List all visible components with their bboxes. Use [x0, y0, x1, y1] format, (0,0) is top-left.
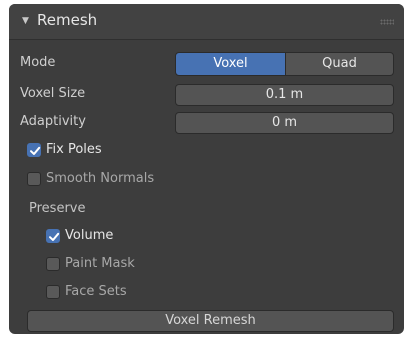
fix-poles-checkbox[interactable] — [27, 143, 41, 157]
face-sets-checkbox[interactable] — [46, 285, 60, 299]
remesh-panel: ▼ Remesh Mode Voxel Quad Voxel Size 0.1 … — [9, 4, 404, 334]
smooth-normals-label[interactable]: Smooth Normals — [46, 171, 154, 186]
voxel-remesh-button[interactable]: Voxel Remesh — [27, 310, 394, 332]
volume-label[interactable]: Volume — [65, 228, 113, 243]
mode-voxel-button[interactable]: Voxel — [175, 52, 286, 76]
adaptivity-label: Adaptivity — [20, 114, 86, 129]
panel-title: Remesh — [37, 11, 98, 29]
checkmark-icon — [30, 146, 41, 155]
triangle-down-icon[interactable]: ▼ — [22, 16, 29, 26]
preserve-label: Preserve — [29, 201, 86, 216]
panel-header[interactable]: ▼ Remesh — [9, 4, 404, 40]
fix-poles-label[interactable]: Fix Poles — [46, 142, 102, 157]
paint-mask-label[interactable]: Paint Mask — [65, 256, 135, 271]
adaptivity-field[interactable]: 0 m — [175, 112, 394, 134]
mode-label: Mode — [20, 55, 56, 70]
voxel-size-field[interactable]: 0.1 m — [175, 84, 394, 106]
voxel-size-label: Voxel Size — [20, 86, 86, 101]
smooth-normals-checkbox[interactable] — [27, 172, 41, 186]
volume-checkbox[interactable] — [46, 229, 60, 243]
face-sets-label[interactable]: Face Sets — [65, 284, 127, 299]
paint-mask-checkbox[interactable] — [46, 257, 60, 271]
mode-quad-button[interactable]: Quad — [286, 52, 394, 76]
checkmark-icon — [49, 232, 60, 241]
drag-handle-icon[interactable] — [380, 19, 394, 25]
